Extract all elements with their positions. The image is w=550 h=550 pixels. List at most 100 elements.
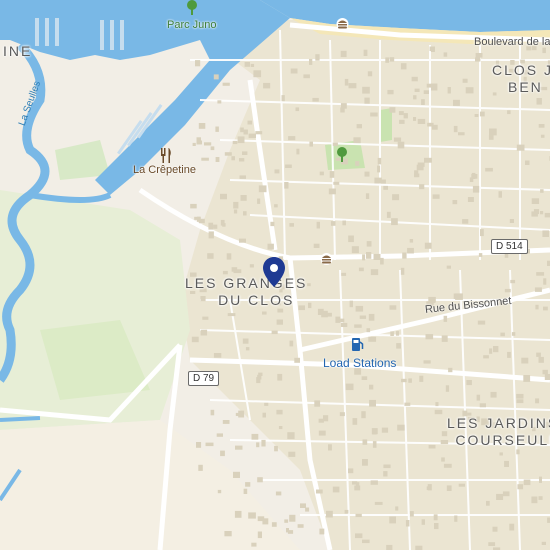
building-footprint [362, 459, 368, 466]
restaurant-label[interactable]: La Crêpetine [133, 164, 196, 176]
building-footprint [213, 224, 218, 229]
building-footprint [476, 394, 481, 401]
building-footprint [403, 113, 408, 119]
building-footprint [516, 449, 520, 455]
building-footprint [253, 70, 262, 78]
building-footprint [296, 148, 300, 155]
building-footprint [348, 83, 357, 89]
building-footprint [431, 83, 438, 91]
building-footprint [355, 533, 363, 539]
building-footprint [200, 329, 208, 336]
building-footprint [502, 491, 510, 497]
building-footprint [192, 142, 196, 146]
building-footprint [478, 253, 483, 257]
building-footprint [414, 88, 420, 92]
building-footprint [276, 319, 283, 325]
building-footprint [281, 95, 285, 102]
building-footprint [204, 142, 212, 146]
building-footprint [243, 488, 248, 494]
building-footprint [335, 316, 341, 323]
district-label: INE [3, 43, 32, 60]
building-footprint [458, 483, 465, 487]
building-footprint [462, 78, 468, 83]
building-footprint [448, 367, 453, 373]
building-footprint [525, 160, 530, 165]
building-footprint [240, 127, 244, 133]
park-label[interactable]: Parc Juno [167, 19, 217, 31]
building-footprint [319, 171, 324, 176]
building-footprint [462, 219, 469, 224]
building-footprint [374, 501, 383, 505]
building-footprint [531, 211, 538, 217]
building-footprint [511, 332, 516, 336]
building-footprint [210, 409, 215, 416]
building-footprint [426, 486, 431, 490]
building-footprint [239, 175, 246, 179]
building-footprint [244, 62, 250, 67]
building-footprint [262, 311, 267, 315]
building-footprint [274, 204, 278, 208]
building-footprint [389, 305, 397, 310]
building-footprint [248, 512, 256, 519]
building-footprint [455, 293, 463, 300]
building-footprint [355, 482, 360, 488]
charging-station-label[interactable]: Load Stations [323, 356, 396, 370]
building-footprint [232, 140, 238, 145]
building-footprint [361, 411, 366, 419]
burger-icon[interactable] [320, 252, 333, 270]
tree-icon[interactable] [185, 0, 199, 21]
building-footprint [454, 515, 458, 522]
building-footprint [507, 110, 511, 115]
building-footprint [490, 391, 497, 398]
building-footprint [479, 403, 486, 408]
building-footprint [417, 118, 426, 124]
building-footprint [544, 212, 550, 218]
building-footprint [466, 380, 472, 386]
building-footprint [215, 157, 220, 162]
tree-icon[interactable] [335, 147, 349, 168]
building-footprint [542, 230, 549, 237]
building-footprint [409, 239, 414, 243]
district-line: COURSEULL [455, 432, 550, 448]
district-label: LES JARDINS COURSEULL [447, 415, 550, 449]
building-footprint [248, 133, 256, 139]
building-footprint [197, 216, 201, 222]
district-line: BEN [508, 79, 543, 95]
building-footprint [297, 524, 304, 528]
building-footprint [239, 238, 246, 243]
building-footprint [289, 514, 296, 522]
burger-icon[interactable] [336, 17, 349, 35]
building-footprint [275, 491, 282, 496]
building-footprint [474, 114, 479, 117]
building-footprint [220, 219, 225, 226]
building-footprint [499, 452, 503, 456]
building-footprint [256, 442, 260, 448]
building-footprint [332, 486, 340, 493]
building-footprint [351, 246, 359, 254]
location-pin-icon[interactable] [262, 256, 286, 293]
building-footprint [240, 195, 247, 201]
street-label: Boulevard de la [474, 36, 550, 48]
building-footprint [363, 49, 368, 56]
map-canvas[interactable]: LES GRANGES DU CLOS LES JARDINS COURSEUL… [0, 0, 550, 550]
fuel-pump-icon[interactable] [351, 337, 364, 357]
building-footprint [258, 185, 267, 193]
building-footprint [517, 484, 524, 490]
building-footprint [295, 107, 300, 112]
building-footprint [353, 137, 361, 144]
building-footprint [355, 305, 364, 312]
building-footprint [213, 74, 219, 80]
building-footprint [446, 485, 452, 491]
building-footprint [270, 221, 275, 227]
building-footprint [405, 520, 410, 527]
building-footprint [538, 356, 544, 363]
building-footprint [208, 222, 214, 230]
building-footprint [370, 269, 379, 276]
building-footprint [504, 288, 511, 293]
building-footprint [196, 140, 202, 145]
building-footprint [483, 355, 489, 359]
building-footprint [215, 126, 219, 132]
building-footprint [231, 267, 238, 272]
building-footprint [359, 315, 367, 319]
building-footprint [294, 357, 300, 363]
